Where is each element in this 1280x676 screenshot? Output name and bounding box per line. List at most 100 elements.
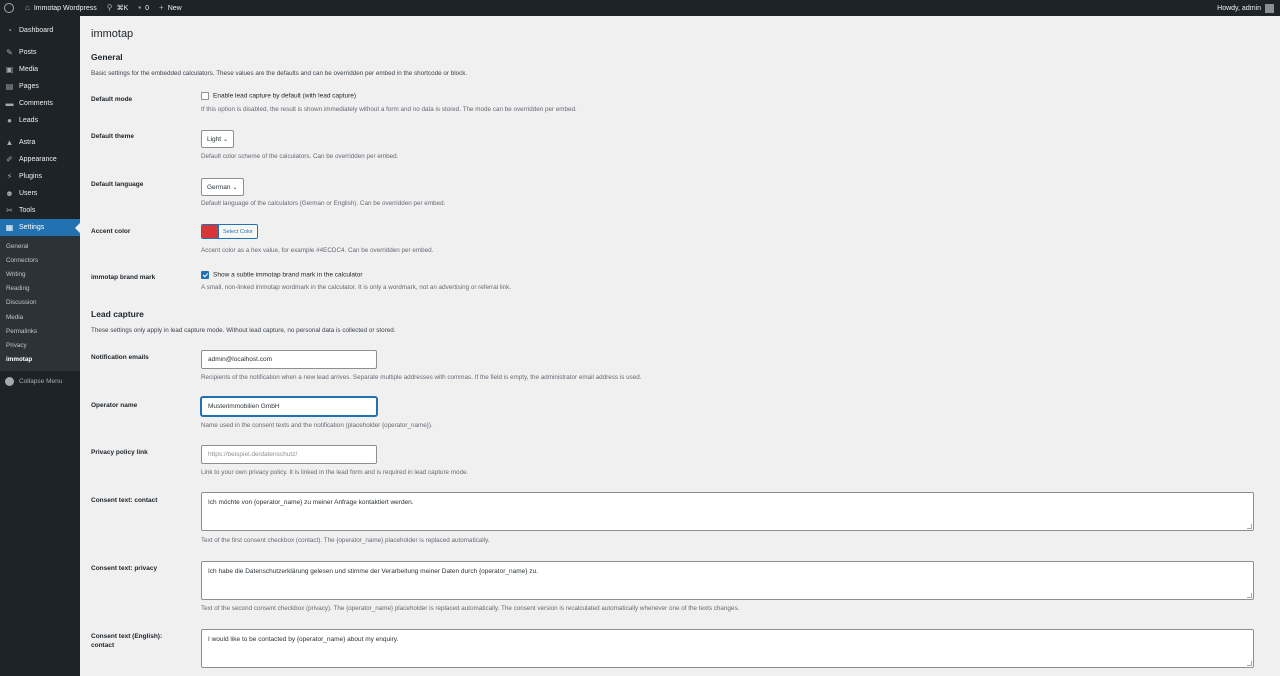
site-name-link[interactable]: ⌂ Immotap Wordpress — [20, 0, 102, 16]
sidebar-item-users[interactable]: ☻ Users — [0, 185, 80, 202]
search-shortcut: ⌘K — [116, 5, 129, 12]
sidebar-item-tools[interactable]: ✂ Tools — [0, 202, 80, 219]
submenu-privacy[interactable]: Privacy — [0, 338, 80, 352]
comments-count: 0 — [145, 4, 150, 12]
operator-name-description: Name used in the consent texts and the n… — [201, 422, 433, 429]
general-intro: Basic settings for the embedded calculat… — [91, 70, 468, 77]
accent-color-swatch — [202, 225, 219, 238]
default-theme-field: Light ⌄ — [201, 130, 235, 148]
wrench-icon: ✂ — [6, 206, 13, 215]
home-icon: ⌂ — [25, 3, 30, 12]
sidebar-item-label: Tools — [19, 207, 36, 214]
privacy-link-description: Link to your own privacy policy. It is l… — [201, 469, 469, 476]
comment-icon: ▬ — [5, 99, 14, 108]
sidebar-item-label: Users — [19, 190, 38, 197]
default-language-label: Default language — [91, 181, 144, 188]
operator-name-label: Operator name — [91, 402, 138, 409]
settings-icon: ▦ — [5, 223, 14, 232]
leads-icon: ● — [7, 116, 12, 125]
plus-icon: + — [159, 3, 164, 12]
comments-link[interactable]: ▪ 0 — [133, 0, 154, 16]
sidebar-item-plugins[interactable]: ⚡ Plugins — [0, 168, 80, 185]
sidebar-item-leads[interactable]: ● Leads — [0, 112, 80, 129]
consent-contact-field: Ich möchte von {operator_name} zu meiner… — [201, 492, 1254, 531]
sidebar-item-comments[interactable]: ▬ Comments — [0, 95, 80, 112]
sidebar-item-label: Posts — [19, 49, 37, 56]
dashboard-icon: ◔ — [7, 26, 12, 35]
notification-emails-input[interactable]: admin@localhost.com — [201, 350, 377, 369]
sidebar-item-label: Settings — [19, 224, 45, 231]
consent-contact-textarea[interactable]: Ich möchte von {operator_name} zu meiner… — [201, 492, 1254, 531]
consent-contact-description: Text of the first consent checkbox (cont… — [201, 537, 490, 544]
privacy-link-label: Privacy policy link — [91, 449, 148, 456]
submenu-discussion[interactable]: Discussion — [0, 296, 80, 310]
account-menu[interactable]: Howdy, admin — [1217, 3, 1280, 13]
lead-capture-intro: These settings only apply in lead captur… — [91, 327, 396, 334]
chevron-down-icon: ⌄ — [232, 184, 238, 191]
consent-privacy-description: Text of the second consent checkbox (pri… — [201, 605, 740, 612]
default-language-select[interactable]: German ⌄ — [201, 178, 244, 196]
sidebar-item-posts[interactable]: ✎ Posts — [0, 44, 80, 61]
default-mode-description: If this option is disabled, the result i… — [201, 106, 577, 113]
sidebar-item-label: Dashboard — [19, 27, 54, 34]
notification-emails-field: admin@localhost.com — [201, 350, 377, 369]
sidebar-item-settings[interactable]: ▦ Settings — [0, 219, 80, 236]
sidebar-item-label: Pages — [19, 83, 39, 90]
default-mode-label: Default mode — [91, 96, 133, 103]
consent-en-contact-textarea[interactable]: I would like to be contacted by {operato… — [201, 629, 1254, 668]
sidebar-item-label: Media — [19, 66, 39, 73]
privacy-link-input[interactable]: https://beispiel.de/datenschutz/ — [201, 445, 377, 464]
collapse-icon — [5, 377, 14, 387]
brand-mark-checkbox-label[interactable]: Show a subtle immotap brand mark in the … — [213, 272, 363, 279]
submenu-reading[interactable]: Reading — [0, 282, 80, 296]
default-theme-select[interactable]: Light ⌄ — [201, 130, 235, 148]
submenu-immotap[interactable]: immotap — [0, 353, 80, 367]
comment-icon: ▪ — [138, 3, 142, 12]
chevron-down-icon: ⌄ — [223, 136, 229, 143]
lead-capture-checkbox[interactable] — [201, 92, 209, 100]
brand-mark-checkbox[interactable] — [201, 271, 209, 279]
accent-color-description: Accent color as a hex value, for example… — [201, 247, 434, 254]
consent-en-contact-label: Consent text (English): contact — [91, 633, 163, 649]
section-heading-lead-capture: Lead capture — [91, 309, 144, 319]
default-theme-value: Light — [207, 135, 222, 143]
privacy-link-field: https://beispiel.de/datenschutz/ — [201, 445, 377, 464]
sidebar-item-label: Leads — [19, 117, 39, 124]
command-palette-button[interactable]: ⚲ ⌘K — [102, 0, 134, 16]
admin-bar: ⌂ Immotap Wordpress ⚲ ⌘K ▪ 0 + New Howdy… — [0, 0, 1280, 16]
admin-sidebar: ◔ Dashboard ✎ Posts ▣ Media ▤ Pages ▬ Comment… — [0, 16, 80, 676]
new-label: New — [167, 4, 182, 12]
sidebar-item-appearance[interactable]: ✐ Appearance — [0, 151, 80, 168]
accent-color-picker-button[interactable]: Select Color — [201, 224, 258, 239]
consent-contact-label: Consent text: contact — [91, 497, 158, 504]
submenu-media[interactable]: Media — [0, 310, 80, 324]
submenu-writing[interactable]: Writing — [0, 267, 80, 281]
sidebar-item-label: Comments — [19, 100, 53, 107]
submenu-permalinks[interactable]: Permalinks — [0, 324, 80, 338]
sidebar-item-label: Appearance — [19, 156, 57, 163]
consent-en-contact-field: I would like to be contacted by {operato… — [201, 629, 1254, 668]
collapse-label: Collapse Menu — [19, 378, 63, 386]
site-name: Immotap Wordpress — [33, 4, 97, 12]
new-content-button[interactable]: + New — [154, 0, 187, 16]
select-color-label: Select Color — [219, 225, 257, 238]
section-heading-general: General — [91, 52, 123, 62]
default-theme-description: Default color scheme of the calculators.… — [201, 153, 399, 160]
lead-capture-checkbox-label[interactable]: Enable lead capture by default (with lea… — [213, 93, 356, 100]
sidebar-item-dashboard[interactable]: ◔ Dashboard — [0, 22, 80, 39]
users-icon: ☻ — [5, 189, 14, 198]
consent-privacy-textarea[interactable]: Ich habe die Datenschutzerklärung gelese… — [201, 561, 1254, 600]
collapse-menu-button[interactable]: Collapse Menu — [0, 373, 80, 391]
accent-color-label: Accent color — [91, 228, 131, 235]
media-icon: ▣ — [5, 65, 14, 74]
sidebar-item-astra[interactable]: ▲ Astra — [0, 134, 80, 151]
default-language-description: Default language of the calculators (Ger… — [201, 200, 446, 207]
submenu-connectors[interactable]: Connectors — [0, 253, 80, 267]
sidebar-item-media[interactable]: ▣ Media — [0, 61, 80, 78]
submenu-general[interactable]: General — [0, 239, 80, 253]
sidebar-item-pages[interactable]: ▤ Pages — [0, 78, 80, 95]
wordpress-logo-icon[interactable] — [4, 3, 14, 13]
operator-name-input[interactable]: Musterimmobilien GmbH — [201, 397, 377, 416]
brand-mark-field: Show a subtle immotap brand mark in the … — [201, 271, 363, 279]
default-language-value: German — [207, 183, 231, 191]
